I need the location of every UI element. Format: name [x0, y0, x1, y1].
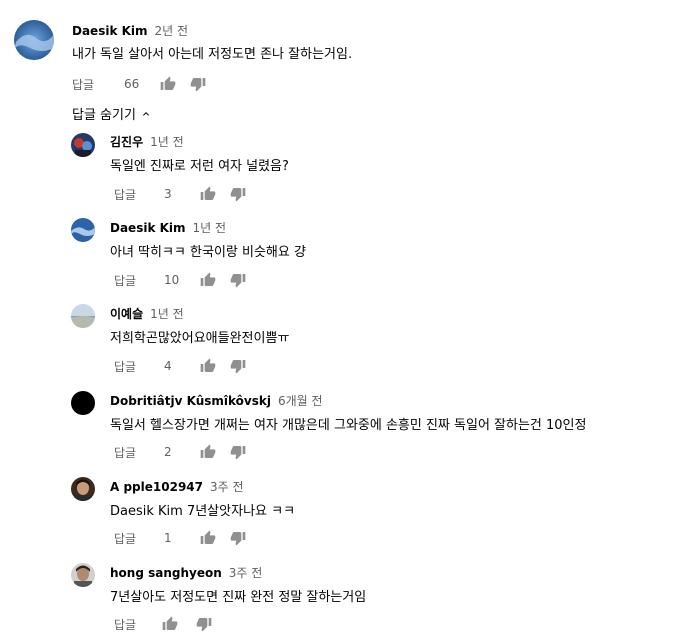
thumb-down-icon[interactable]	[188, 74, 208, 94]
comment-text: 독일서 헬스장가면 개쩌는 여자 개많은데 그와중에 손흥민 진짜 독일어 잘하…	[110, 418, 587, 433]
author-name[interactable]: Dobritiâtjv Kûsmîkôvskj	[110, 394, 271, 408]
comment-actions: 답글 3	[114, 184, 248, 204]
author-name[interactable]: 이예슬	[110, 307, 143, 321]
avatar[interactable]	[71, 563, 95, 587]
like-count: 4	[164, 359, 172, 373]
reply-button[interactable]: 답글	[114, 444, 154, 461]
author-name[interactable]: Daesik Kim	[72, 24, 148, 38]
author-name[interactable]: Daesik Kim	[110, 221, 186, 235]
comment-actions: 답글	[114, 614, 214, 634]
avatar[interactable]	[14, 20, 54, 60]
comment-time[interactable]: 1년 전	[150, 307, 184, 321]
avatar[interactable]	[71, 218, 95, 242]
comment-actions: 답글 10	[114, 270, 248, 290]
reply-button[interactable]: 답글	[114, 358, 154, 375]
comment-time[interactable]: 1년 전	[150, 135, 184, 149]
thumb-down-icon[interactable]	[228, 442, 248, 462]
chevron-up-icon	[142, 111, 149, 116]
comment-text: 내가 독일 살아서 아는데 저정도면 존나 잘하는거임.	[72, 47, 353, 62]
comment-author[interactable]: Daesik Kim 2년 전	[72, 22, 188, 39]
thumb-down-icon[interactable]	[194, 614, 214, 634]
reply-button[interactable]: 답글	[114, 272, 154, 289]
comment-author[interactable]: 이예슬 1년 전	[110, 305, 184, 322]
avatar[interactable]	[71, 391, 95, 415]
comment-author[interactable]: 김진우 1년 전	[110, 133, 184, 150]
comment-author[interactable]: Dobritiâtjv Kûsmîkôvskj 6개월 전	[110, 392, 323, 409]
comment-text: Daesik Kim 7년살앗자나요 ㅋㅋ	[110, 504, 296, 519]
hide-replies-toggle[interactable]: 답글 숨기기	[72, 104, 152, 123]
comment-actions: 답글 4	[114, 356, 248, 376]
like-count: 1	[164, 531, 172, 545]
thumb-up-icon[interactable]	[198, 442, 218, 462]
like-count: 10	[164, 273, 180, 287]
thumb-up-icon[interactable]	[158, 74, 178, 94]
like-count: 2	[164, 445, 172, 459]
comment-text: 저희학곤많았어요애들완전이쁨ㅠ	[110, 331, 290, 346]
reply-button[interactable]: 답글	[72, 76, 116, 93]
author-name[interactable]: 김진우	[110, 135, 143, 149]
thumb-up-icon[interactable]	[198, 356, 218, 376]
comment-text: 독일엔 진짜로 저런 여자 널렸음?	[110, 159, 289, 174]
author-name[interactable]: hong sanghyeon	[110, 566, 222, 580]
comment-actions: 답글 66	[72, 74, 208, 94]
comment-author[interactable]: A pple102947 3주 전	[110, 478, 244, 495]
comment-actions: 답글 1	[114, 528, 248, 548]
avatar[interactable]	[71, 477, 95, 501]
comment-author[interactable]: hong sanghyeon 3주 전	[110, 564, 262, 581]
author-name[interactable]: A pple102947	[110, 480, 203, 494]
comment-author[interactable]: Daesik Kim 1년 전	[110, 219, 226, 236]
thumb-down-icon[interactable]	[228, 184, 248, 204]
reply-button[interactable]: 답글	[114, 186, 154, 203]
avatar[interactable]	[71, 133, 95, 157]
hide-replies-label[interactable]: 답글 숨기기	[72, 104, 136, 123]
like-count: 66	[124, 77, 140, 91]
avatar[interactable]	[71, 304, 95, 328]
thumb-up-icon[interactable]	[160, 614, 180, 634]
thumb-up-icon[interactable]	[198, 270, 218, 290]
comment-text: 7년살아도 저정도면 진짜 완전 정말 잘하는거임	[110, 590, 367, 605]
reply-button[interactable]: 답글	[114, 530, 154, 547]
comment-time[interactable]: 3주 전	[210, 480, 244, 494]
comment-time[interactable]: 1년 전	[193, 221, 227, 235]
comment-actions: 답글 2	[114, 442, 248, 462]
thumb-down-icon[interactable]	[228, 270, 248, 290]
comment-time[interactable]: 6개월 전	[278, 394, 323, 408]
thumb-down-icon[interactable]	[228, 356, 248, 376]
comment-time[interactable]: 2년 전	[155, 24, 189, 38]
comment-text: 아녀 딱히ㅋㅋ 한국이랑 비슷해요 걍	[110, 245, 306, 260]
thumb-down-icon[interactable]	[228, 528, 248, 548]
reply-button[interactable]: 답글	[114, 616, 160, 633]
comment-time[interactable]: 3주 전	[229, 566, 263, 580]
thumb-up-icon[interactable]	[198, 528, 218, 548]
thumb-up-icon[interactable]	[198, 184, 218, 204]
like-count: 3	[164, 187, 172, 201]
